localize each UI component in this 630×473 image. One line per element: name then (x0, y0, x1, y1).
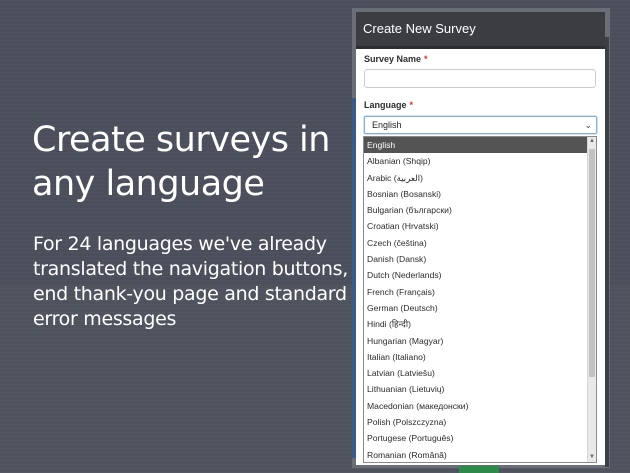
survey-name-input[interactable] (364, 69, 596, 88)
modal-title: Create New Survey (356, 12, 605, 46)
language-option[interactable]: Hungarian (Magyar) (364, 333, 588, 349)
chevron-down-icon: ⌄ (584, 120, 592, 130)
language-option[interactable]: Dutch (Nederlands) (364, 267, 588, 283)
required-mark: * (424, 54, 428, 64)
language-option[interactable]: English (364, 137, 588, 154)
language-label-text: Language (364, 100, 407, 110)
language-option[interactable]: Albanian (Shqip) (364, 153, 588, 169)
language-option[interactable]: Danish (Dansk) (364, 251, 588, 267)
caret-down-icon[interactable]: ▼ (588, 453, 596, 462)
language-option[interactable]: Latvian (Latviešu) (364, 365, 588, 381)
language-option[interactable]: Polish (Polszczyzna) (364, 414, 588, 430)
required-mark: * (409, 100, 414, 110)
dropdown-scrollbar[interactable]: ▲ ▼ (587, 137, 596, 462)
scrollbar-thumb[interactable] (589, 149, 595, 377)
language-option[interactable]: Bulgarian (български) (364, 202, 588, 218)
modal-header-divider (356, 46, 605, 49)
language-option[interactable]: Bosnian (Bosanski) (364, 186, 588, 202)
create-survey-modal: Create New Survey Survey Name * Language *… (356, 12, 605, 465)
modal-right-edge (605, 37, 609, 467)
hero-title: Create surveys in any language (32, 120, 330, 204)
language-option[interactable]: Macedonian (македонски) (364, 398, 588, 414)
hero-subtitle: For 24 languages we've already translate… (33, 233, 348, 330)
language-option[interactable]: Romanian (Română) (364, 447, 588, 462)
language-options-list: English Albanian (Shqip) Arabic (العربية) B… (364, 137, 588, 462)
language-label: Language * (364, 100, 413, 110)
language-option[interactable]: Hindi (हिन्दी) (364, 316, 588, 332)
language-option[interactable]: French (Français) (364, 284, 588, 300)
language-selected-value: English (372, 120, 402, 130)
language-option[interactable]: Czech (čeština) (364, 235, 588, 251)
language-option[interactable]: Lithuanian (Lietuvių) (364, 381, 588, 397)
language-dropdown[interactable]: English Albanian (Shqip) Arabic (العربية) B… (363, 136, 597, 463)
language-option[interactable]: Italian (Italiano) (364, 349, 588, 365)
submit-button-peek (459, 466, 499, 473)
language-option[interactable]: Portugese (Português) (364, 430, 588, 446)
caret-up-icon[interactable]: ▲ (588, 137, 596, 146)
survey-name-label-text: Survey Name (364, 54, 422, 64)
language-option[interactable]: Croatian (Hrvatski) (364, 218, 588, 234)
survey-name-label: Survey Name * (364, 54, 428, 64)
language-select[interactable]: English ⌄ (364, 116, 597, 134)
language-option[interactable]: Arabic (العربية) (364, 170, 588, 186)
language-option[interactable]: German (Deutsch) (364, 300, 588, 316)
